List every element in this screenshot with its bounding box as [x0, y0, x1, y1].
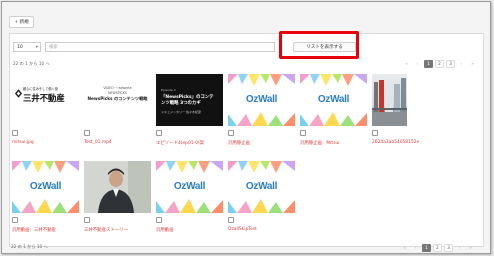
- thumb-text-line: NEWSPICKS: [108, 91, 127, 95]
- select-checkbox[interactable]: [156, 130, 162, 136]
- ozwall-logo-text: OzWall: [245, 180, 278, 192]
- per-page-value: 10: [17, 44, 23, 50]
- mitsui-logo: 都心に住みそして働く街 三井不動産: [14, 86, 76, 104]
- per-page-select[interactable]: 10 ▾: [13, 42, 41, 52]
- thumb-text-line: NewsPicks のコンテンツ戦略: [87, 96, 148, 101]
- page-3-button[interactable]: 3: [444, 243, 453, 252]
- ozwall-pattern-top: [12, 161, 79, 173]
- page-2-button[interactable]: 2: [435, 59, 444, 68]
- thumb-text-line: ドキュメンタリー 佐々木紀彦: [161, 110, 201, 114]
- select-checkbox[interactable]: [372, 130, 378, 136]
- media-library-window: + 新規 10 ▾ 検索 リストを表示する 22 の 1 から 10 へ « ‹…: [1, 1, 491, 254]
- ozwall-logo-text: OzWall: [317, 93, 350, 105]
- next-page-button[interactable]: ›: [457, 60, 466, 68]
- show-list-button[interactable]: リストを表示する: [293, 42, 356, 52]
- ozwall-band: OzWall: [156, 177, 223, 195]
- thumbnail-ozwall[interactable]: OzWall: [228, 74, 295, 126]
- ozwall-band: OzWall: [228, 90, 295, 108]
- list-controls: 10 ▾ 検索 リストを表示する: [10, 34, 483, 56]
- page-1-button[interactable]: 1: [422, 243, 431, 252]
- thumbnail-ozwall[interactable]: OzWall: [156, 161, 223, 213]
- ozwall-band: OzWall: [228, 177, 295, 195]
- thumbnail-episode[interactable]: Episode 4 「NewsPicks」のコンテンツ戦略 3つのカギ ドキュメ…: [156, 74, 223, 126]
- last-page-button[interactable]: »: [466, 244, 475, 252]
- select-checkbox[interactable]: [300, 130, 306, 136]
- ozwall-pattern-bottom: [228, 112, 295, 126]
- ozwall-pattern-top: [156, 161, 223, 173]
- entries-info-bottom: 22 の 1 から 10 へ: [11, 244, 48, 249]
- media-caption[interactable]: mitsui.jpg: [12, 140, 34, 145]
- thumbnail-street-photo[interactable]: [372, 74, 407, 126]
- mitsui-tagline: 都心に住みそして働く街: [23, 87, 58, 91]
- ozwall-pattern-bottom: [12, 199, 79, 213]
- mitsui-wordmark: 三井不動産: [23, 94, 65, 104]
- select-checkbox[interactable]: [228, 217, 234, 223]
- thumbnail-ozwall[interactable]: OzWall: [228, 161, 295, 213]
- top-toolbar: + 新規: [2, 2, 490, 32]
- ozwall-pattern-top: [300, 74, 367, 86]
- select-checkbox[interactable]: [84, 217, 90, 223]
- person-photo-image: [84, 161, 151, 213]
- media-caption[interactable]: エピソード4(ep01-0)案: [156, 140, 204, 146]
- thumbnail-newspicks[interactable]: VIDEO·····adwerte NEWSPICKS NewsPicks のコ…: [84, 74, 151, 126]
- episode-title: Episode 4 「NewsPicks」のコンテンツ戦略 3つのカギ ドキュメ…: [161, 88, 217, 114]
- thumb-text-line: Episode 4: [161, 88, 176, 92]
- ozwall-logo-text: OzWall: [29, 180, 62, 192]
- chevron-down-icon: ▾: [35, 45, 38, 50]
- media-caption[interactable]: 汎用動画：三井不動産: [12, 227, 56, 233]
- media-caption[interactable]: Test_01.mp4: [84, 140, 112, 145]
- next-page-button[interactable]: ›: [455, 244, 464, 252]
- street-photo-image: [372, 78, 407, 126]
- page-1-button[interactable]: 1: [424, 59, 433, 68]
- entries-info-top: 22 の 1 から 10 へ: [13, 61, 50, 66]
- media-caption[interactable]: OzallSkipTest: [228, 227, 257, 232]
- ozwall-logo-text: OzWall: [245, 93, 278, 105]
- ozwall-pattern-bottom: [228, 199, 295, 213]
- ozwall-pattern-bottom: [300, 112, 367, 126]
- media-caption[interactable]: 汎用静止画：Mitsui: [300, 140, 339, 146]
- thumb-text-line: VIDEO·····adwerte: [103, 86, 132, 90]
- thumbnail-ozwall[interactable]: OzWall: [12, 161, 79, 213]
- mitsui-mark-icon: [15, 89, 22, 98]
- search-input[interactable]: 検索: [45, 42, 275, 52]
- select-checkbox[interactable]: [156, 217, 162, 223]
- ozwall-pattern-top: [228, 161, 295, 173]
- page-3-button[interactable]: 3: [446, 59, 455, 68]
- ozwall-band: OzWall: [12, 177, 79, 195]
- ozwall-band: OzWall: [300, 90, 367, 108]
- thumbnail-person-photo[interactable]: [84, 161, 151, 213]
- ozwall-pattern-top: [228, 74, 295, 86]
- media-caption[interactable]: 三井不動産ストーリー: [84, 227, 128, 233]
- first-page-button[interactable]: «: [400, 244, 409, 252]
- media-caption[interactable]: 汎用動画: [156, 227, 174, 233]
- ozwall-graphic: OzWall: [156, 161, 223, 213]
- thumb-text-line: 「NewsPicks」のコンテンツ戦略 3つのカギ: [161, 95, 214, 106]
- media-caption[interactable]: 汎用静止画: [228, 140, 250, 146]
- ozwall-pattern-bottom: [156, 199, 223, 213]
- pagination-bottom: « ‹ 1 2 3 › »: [400, 243, 475, 252]
- ozwall-graphic: OzWall: [228, 74, 295, 126]
- thumbnail-mitsui[interactable]: 都心に住みそして働く街 三井不動産: [12, 74, 79, 126]
- prev-page-button[interactable]: ‹: [411, 244, 420, 252]
- select-checkbox[interactable]: [12, 130, 18, 136]
- first-page-button[interactable]: «: [402, 60, 411, 68]
- pagination-top: « ‹ 1 2 3 › »: [402, 59, 477, 68]
- ozwall-logo-text: OzWall: [173, 180, 206, 192]
- select-checkbox[interactable]: [228, 130, 234, 136]
- select-checkbox[interactable]: [12, 217, 18, 223]
- ozwall-graphic: OzWall: [228, 161, 295, 213]
- last-page-button[interactable]: »: [468, 60, 477, 68]
- new-button[interactable]: + 新規: [9, 16, 34, 28]
- page-2-button[interactable]: 2: [433, 243, 442, 252]
- select-checkbox[interactable]: [84, 130, 90, 136]
- ozwall-graphic: OzWall: [300, 74, 367, 126]
- ozwall-graphic: OzWall: [12, 161, 79, 213]
- prev-page-button[interactable]: ‹: [413, 60, 422, 68]
- thumbnail-ozwall[interactable]: OzWall: [300, 74, 367, 126]
- newspicks-title: VIDEO·····adwerte NEWSPICKS NewsPicks のコ…: [86, 86, 149, 102]
- media-caption[interactable]: 2624a3ab54058152e: [372, 140, 419, 145]
- media-panel: 10 ▾ 検索 リストを表示する 22 の 1 から 10 へ « ‹ 1 2 …: [9, 33, 484, 252]
